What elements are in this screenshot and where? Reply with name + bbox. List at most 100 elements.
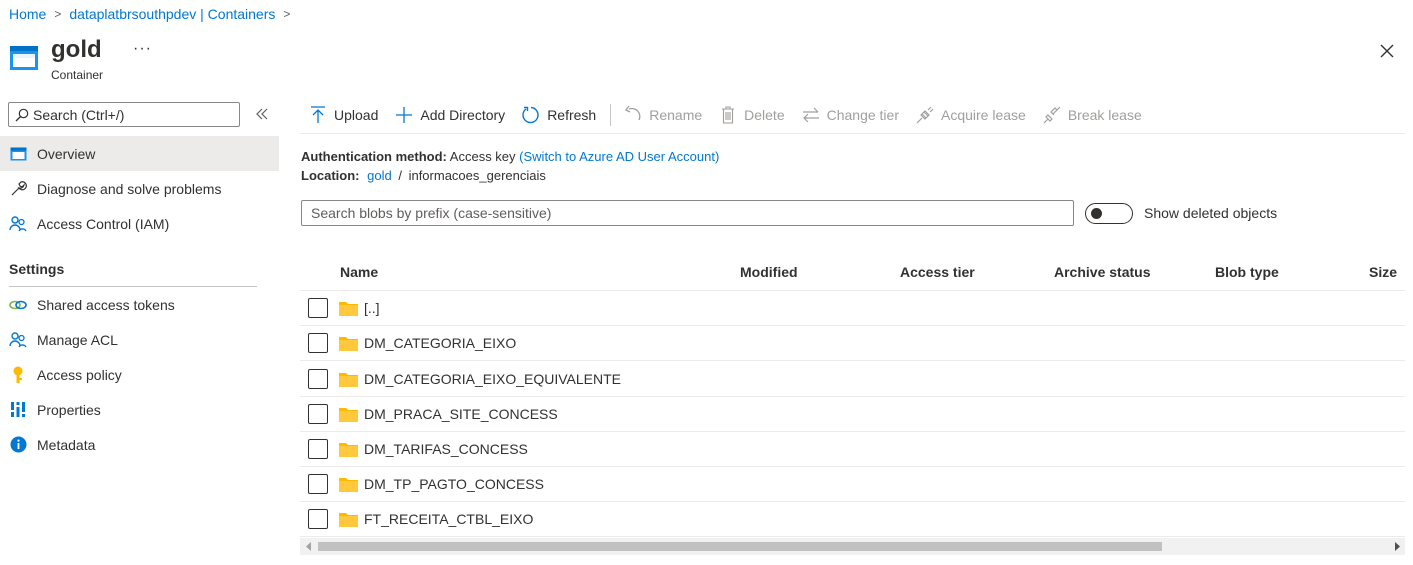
swap-icon [801,105,821,125]
delete-button[interactable]: Delete [710,100,792,130]
scroll-right-icon[interactable] [1393,542,1401,551]
sidebar-item-shared-access-tokens[interactable]: Shared access tokens [0,287,279,322]
change-tier-button[interactable]: Change tier [793,100,907,130]
acquire-lease-label: Acquire lease [941,106,1026,123]
row-name[interactable]: FT_RECEITA_CTBL_EIXO [364,511,533,527]
rename-icon [623,105,643,125]
table-row[interactable]: DM_TP_PAGTO_CONCESS [300,467,1405,502]
delete-label: Delete [744,106,785,123]
location-root-link[interactable]: gold [367,168,392,183]
sidebar-item-access-policy[interactable]: Access policy [0,357,279,392]
show-deleted-toggle[interactable] [1085,203,1133,224]
refresh-icon [521,105,541,125]
table-header: Name Modified Access tier Archive status… [300,253,1405,291]
page-title: gold [51,36,102,63]
row-name[interactable]: DM_CATEGORIA_EIXO_EQUIVALENTE [364,371,621,387]
table-row[interactable]: DM_CATEGORIA_EIXO [300,326,1405,361]
add-directory-label: Add Directory [420,106,506,123]
page-subtitle: Container [51,68,104,82]
sidebar-item-manage-acl[interactable]: Manage ACL [0,322,279,357]
toolbar-divider [610,103,612,126]
unplug-icon [1042,105,1062,125]
table-row[interactable]: [..] [300,291,1405,326]
row-name[interactable]: [..] [364,300,380,316]
refresh-button[interactable]: Refresh [513,100,604,130]
people-icon [9,331,27,349]
command-bar: Upload Add Directory Refresh Rename Dele… [300,96,1405,134]
column-header-archive-status[interactable]: Archive status [1054,264,1150,280]
column-header-access-tier[interactable]: Access tier [900,264,975,280]
folder-icon [339,337,358,351]
table-row[interactable]: DM_PRACA_SITE_CONCESS [300,397,1405,432]
break-lease-label: Break lease [1067,106,1142,123]
upload-label: Upload [334,106,379,123]
break-lease-button[interactable]: Break lease [1034,100,1150,130]
chevron-right-icon: > [283,7,291,21]
sidebar-item-label: Properties [37,401,101,418]
collapse-menu-icon[interactable] [254,104,270,124]
row-checkbox[interactable] [308,333,328,353]
row-name[interactable]: DM_TP_PAGTO_CONCESS [364,476,544,492]
info-icon [9,436,27,454]
nav-search-box[interactable] [8,102,240,127]
add-directory-button[interactable]: Add Directory [386,100,513,130]
plus-icon [394,105,414,125]
sidebar-item-diagnose[interactable]: Diagnose and solve problems [0,171,279,206]
nav-search-input[interactable] [33,106,228,123]
row-name[interactable]: DM_PRACA_SITE_CONCESS [364,406,558,422]
location-label: Location: [301,168,360,183]
table-row[interactable]: DM_CATEGORIA_EIXO_EQUIVALENTE [300,362,1405,397]
rename-button[interactable]: Rename [615,100,710,130]
table-row[interactable]: DM_TARIFAS_CONCESS [300,432,1405,467]
location-line: Location: gold / informacoes_gerenciais [301,168,546,183]
row-checkbox[interactable] [308,474,328,494]
folder-icon [339,302,358,316]
container-icon [9,145,27,163]
folder-icon [339,513,358,527]
acquire-lease-button[interactable]: Acquire lease [907,100,1034,130]
row-checkbox[interactable] [308,369,328,389]
refresh-label: Refresh [547,106,597,123]
folder-icon [339,373,358,387]
folder-icon [339,478,358,492]
column-header-size[interactable]: Size [1369,264,1397,280]
upload-icon [308,105,328,125]
auth-method-line: Authentication method: Access key (Switc… [301,149,719,164]
breadcrumb-home[interactable]: Home [9,6,46,22]
row-name[interactable]: DM_TARIFAS_CONCESS [364,441,528,457]
folder-icon [339,408,358,422]
blob-search-input[interactable] [301,200,1074,226]
horizontal-scrollbar[interactable] [300,538,1405,555]
sidebar-item-label: Diagnose and solve problems [37,180,222,197]
upload-button[interactable]: Upload [300,100,386,130]
sidebar-item-label: Access Control (IAM) [37,215,170,232]
scroll-left-icon[interactable] [305,542,313,551]
switch-auth-link[interactable]: (Switch to Azure AD User Account) [519,149,719,164]
table-row[interactable]: FT_RECEITA_CTBL_EIXO [300,502,1405,537]
sidebar-item-label: Shared access tokens [37,296,175,313]
column-header-name[interactable]: Name [340,264,378,280]
sidebar-item-label: Overview [37,145,96,162]
breadcrumb-account[interactable]: dataplatbrsouthpdev | Containers [69,6,275,22]
row-checkbox[interactable] [308,298,328,318]
search-icon [15,108,29,121]
row-checkbox[interactable] [308,404,328,424]
scrollbar-thumb[interactable] [318,542,1162,551]
sidebar-item-metadata[interactable]: Metadata [0,427,279,462]
column-header-modified[interactable]: Modified [740,264,798,280]
rename-label: Rename [649,106,703,123]
location-path: informacoes_gerenciais [408,168,546,183]
toggle-knob [1091,208,1102,219]
column-header-blob-type[interactable]: Blob type [1215,264,1279,280]
auth-method-label: Authentication method: [301,149,447,164]
close-icon[interactable] [1376,40,1398,62]
people-icon [9,215,27,233]
more-options-button[interactable]: ··· [133,40,152,58]
sidebar-item-overview[interactable]: Overview [0,136,279,171]
sidebar-item-properties[interactable]: Properties [0,392,279,427]
row-name[interactable]: DM_CATEGORIA_EIXO [364,335,516,351]
breadcrumb: Home > dataplatbrsouthpdev | Containers … [9,5,298,23]
sidebar-item-iam[interactable]: Access Control (IAM) [0,206,279,241]
row-checkbox[interactable] [308,509,328,529]
row-checkbox[interactable] [308,439,328,459]
